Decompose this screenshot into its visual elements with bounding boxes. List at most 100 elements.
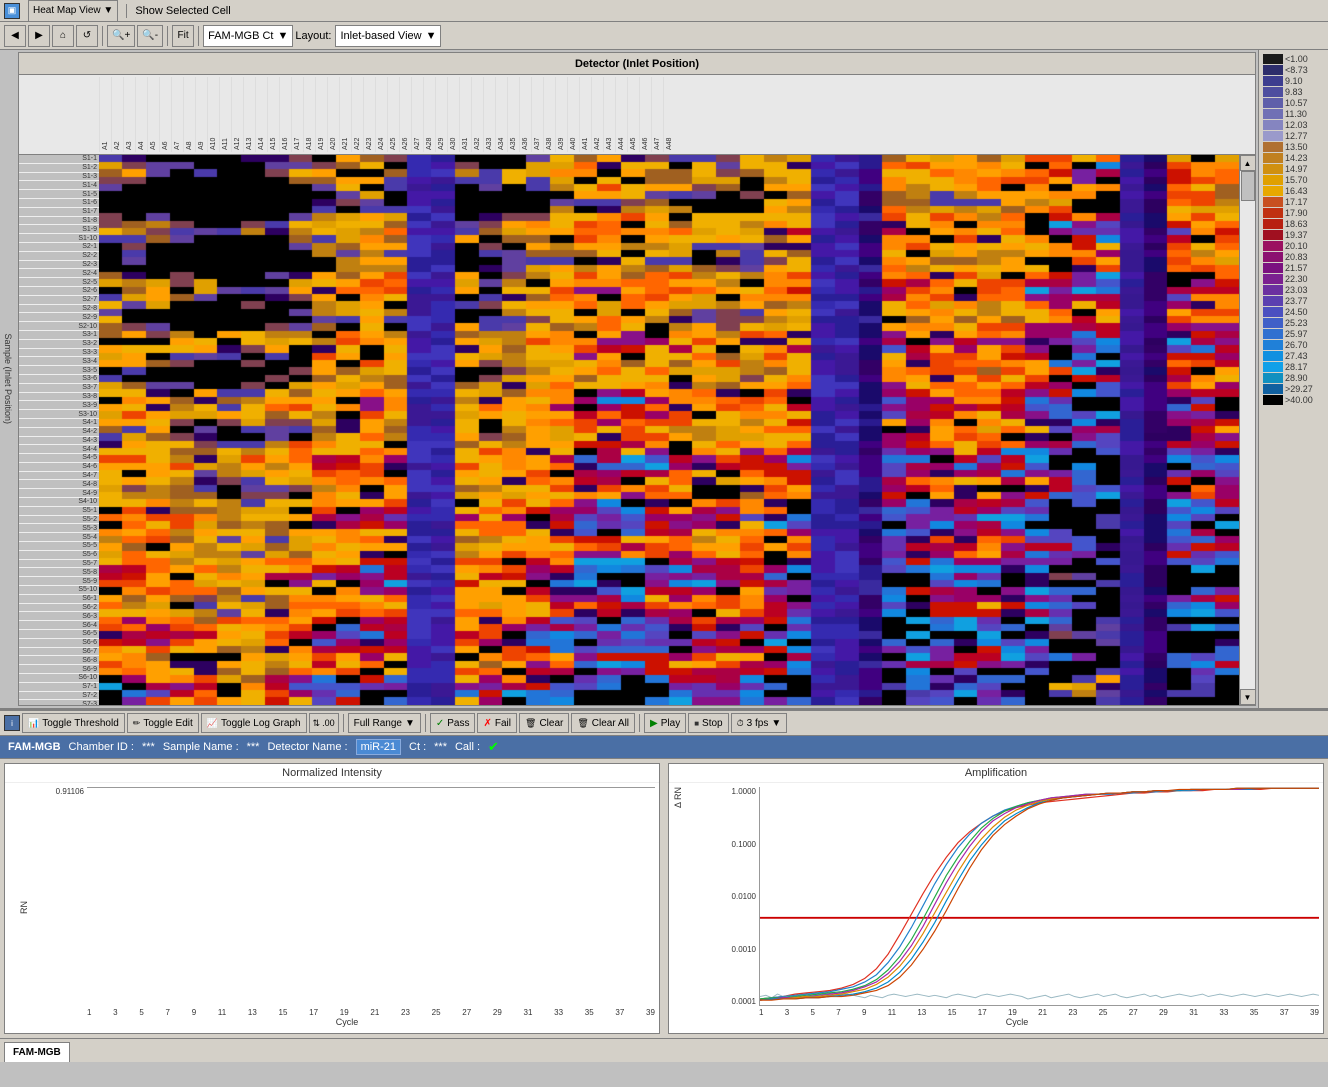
fam-mgb-tab-label: FAM-MGB — [13, 1047, 61, 1058]
legend-item: 25.23 — [1263, 318, 1324, 328]
refresh-btn[interactable]: ↺ — [76, 25, 98, 47]
legend-value: 23.77 — [1285, 296, 1308, 306]
pass-btn[interactable]: ✓ Pass — [430, 713, 476, 733]
row-label: S2-9 — [19, 313, 99, 322]
threshold-controls: ⇅ .00 — [309, 713, 339, 733]
row-label: S6-4 — [19, 621, 99, 630]
row-label: S6-3 — [19, 612, 99, 621]
fit-btn[interactable]: Fit — [172, 25, 194, 47]
col-header: A30 — [447, 77, 459, 152]
zoom-out-btn[interactable]: 🔍- — [137, 25, 163, 47]
legend-value: 12.77 — [1285, 131, 1308, 141]
toggle-log-graph-btn[interactable]: 📈 Toggle Log Graph — [201, 713, 307, 733]
legend-color — [1263, 296, 1283, 306]
col-header: A46 — [639, 77, 651, 152]
row-label: S5-5 — [19, 542, 99, 551]
clear-all-btn[interactable]: 🗑 Clear All — [571, 713, 635, 733]
heatmap-canvas[interactable] — [99, 155, 1239, 705]
row-label: S2-7 — [19, 296, 99, 305]
sep2 — [167, 26, 168, 46]
col-header: A45 — [627, 77, 639, 152]
legend-item: 23.03 — [1263, 285, 1324, 295]
play-btn[interactable]: ▶ Play — [644, 713, 686, 733]
scroll-thumb[interactable] — [1241, 171, 1255, 201]
ni-chart-title: Normalized Intensity — [5, 764, 659, 783]
layout-dropdown[interactable]: Inlet-based View ▼ — [335, 25, 441, 47]
col-header: A35 — [507, 77, 519, 152]
col-header: A19 — [315, 77, 327, 152]
legend-color — [1263, 109, 1283, 119]
amp-y-label: Δ RN — [673, 787, 715, 1029]
ni-chart-inner — [87, 787, 655, 788]
amp-chart-body: Δ RN 1.0000 0.1000 0.0100 0.0010 0.0001 — [669, 783, 1323, 1033]
chamber-id-label: Chamber ID : — [69, 741, 134, 753]
legend-item: <8.73 — [1263, 65, 1324, 75]
legend-color — [1263, 318, 1283, 328]
row-label: S3-4 — [19, 357, 99, 366]
row-label: S3-3 — [19, 349, 99, 358]
legend-color — [1263, 208, 1283, 218]
zoom-in-btn[interactable]: 🔍+ — [107, 25, 135, 47]
stop-btn[interactable]: ■ Stop — [688, 713, 728, 733]
legend-color — [1263, 340, 1283, 350]
clear-all-label: Clear All — [592, 718, 629, 729]
col-header: A34 — [495, 77, 507, 152]
row-label: S1-4 — [19, 181, 99, 190]
chamber-id-value: *** — [142, 741, 155, 753]
info-bar: FAM-MGB Chamber ID : *** Sample Name : *… — [0, 736, 1328, 758]
legend-value: 10.57 — [1285, 98, 1308, 108]
scroll-track[interactable] — [1240, 171, 1255, 689]
call-value: ✔ — [488, 739, 499, 755]
legend-value: 21.57 — [1285, 263, 1308, 273]
fam-mgb-tab[interactable]: FAM-MGB — [4, 1042, 70, 1062]
title-bar: ▣ Heat Map View ▼ Show Selected Cell — [0, 0, 1328, 22]
legend-item: 12.03 — [1263, 120, 1324, 130]
row-label: S1-8 — [19, 217, 99, 226]
legend-item: 21.57 — [1263, 263, 1324, 273]
layout-arrow: ▼ — [426, 30, 437, 42]
legend-color — [1263, 395, 1283, 405]
heat-map-view-btn[interactable]: Heat Map View ▼ — [28, 0, 118, 22]
row-label: S5-9 — [19, 577, 99, 586]
legend-color — [1263, 274, 1283, 284]
fail-btn[interactable]: ✗ Fail — [477, 713, 517, 733]
legend-color — [1263, 263, 1283, 273]
full-range-btn[interactable]: Full Range ▼ — [348, 713, 421, 733]
row-label: S5-6 — [19, 551, 99, 560]
col-header: A31 — [459, 77, 471, 152]
forward-btn[interactable]: ▶ — [28, 25, 50, 47]
legend-item: <1.00 — [1263, 54, 1324, 64]
home-btn[interactable]: ⌂ — [52, 25, 74, 47]
scrollbar-vertical[interactable]: ▲ ▼ — [1239, 155, 1255, 705]
toggle-log-graph-label: Toggle Log Graph — [221, 718, 301, 729]
sep1 — [102, 26, 103, 46]
col-header: A7 — [171, 77, 183, 152]
legend-color — [1263, 98, 1283, 108]
col-header: A16 — [279, 77, 291, 152]
row-label: S1-7 — [19, 208, 99, 217]
toggle-threshold-btn[interactable]: 📊 Toggle Threshold — [22, 713, 125, 733]
col-header: A2 — [111, 77, 123, 152]
legend-value: 14.97 — [1285, 164, 1308, 174]
legend-value: >29.27 — [1285, 384, 1313, 394]
row-label: S6-7 — [19, 648, 99, 657]
row-label: S5-7 — [19, 560, 99, 569]
fps-btn[interactable]: ⏱ 3 fps ▼ — [731, 713, 788, 733]
legend-value: 17.90 — [1285, 208, 1308, 218]
heatmap-section: Sample (Inlet Position) Detector (Inlet … — [0, 50, 1328, 710]
amp-y-5: 0.0001 — [715, 997, 756, 1006]
legend-value: 28.17 — [1285, 362, 1308, 372]
row-label: S4-5 — [19, 454, 99, 463]
legend-item: 24.50 — [1263, 307, 1324, 317]
col-header: A47 — [651, 77, 663, 152]
amp-y-4: 0.0010 — [715, 945, 756, 954]
clear-btn[interactable]: 🗑 Clear — [519, 713, 569, 733]
back-btn[interactable]: ◀ — [4, 25, 26, 47]
row-label: S3-8 — [19, 393, 99, 402]
col-header: A33 — [483, 77, 495, 152]
detector-dropdown[interactable]: FAM-MGB Ct ▼ — [203, 25, 293, 47]
scroll-down-btn[interactable]: ▼ — [1240, 689, 1256, 705]
scroll-up-btn[interactable]: ▲ — [1240, 155, 1256, 171]
toggle-edit-btn[interactable]: ✏ Toggle Edit — [127, 713, 199, 733]
row-label: S5-10 — [19, 586, 99, 595]
